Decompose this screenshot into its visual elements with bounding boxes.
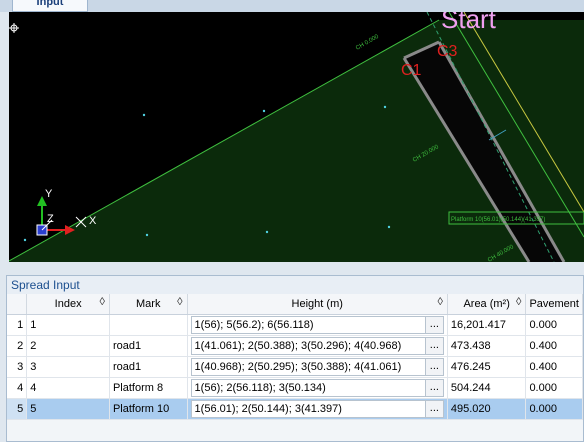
cell-height[interactable]: 1(56.01); 2(50.144); 3(41.397)... [187,398,448,420]
cell-pavement[interactable]: 0.400 [525,335,583,357]
point-marker [145,233,149,237]
spread-input-table: Index ◊ Mark ◊ Height (m) ◊ Area (m²) ◊ Pave… [7,294,583,420]
tab-input[interactable]: Input [12,0,88,12]
cell-mark[interactable]: road1 [109,335,188,357]
cell-index[interactable]: 5 [26,398,110,420]
sort-icon[interactable]: ◊ [100,296,105,308]
axis-y-label: Y [45,188,53,200]
column-header-index[interactable]: Index ◊ [26,294,110,315]
height-field[interactable]: 1(56); 2(56.118); 3(50.134) [190,378,426,397]
column-header-height[interactable]: Height (m) ◊ [187,294,448,315]
ellipsis-button[interactable]: ... [425,399,444,418]
row-number: 5 [7,398,28,420]
point-marker [383,105,387,109]
row-number: 2 [7,335,28,357]
cell-area[interactable]: 504.244 [447,377,527,399]
chainage-0-label: CH 0.000 [355,34,381,52]
axis-x-label: X [89,215,97,227]
start-label: Start [441,12,497,34]
table-row[interactable]: 1 1 1(56); 5(56.2); 6(56.118)... 16,201.… [7,314,583,336]
cell-height[interactable]: 1(56); 5(56.2); 6(56.118)... [187,314,448,336]
point-marker [23,238,27,242]
cell-height[interactable]: 1(40.968); 2(50.295); 3(50.388); 4(41.06… [187,356,448,378]
crosshair-icon [9,23,19,33]
cell-mark[interactable]: Platform 10 [109,398,188,420]
cell-pavement[interactable]: 0.000 [525,314,583,336]
platform-annotation: Platform 10(56.01)(50.144)(41.397) [451,217,545,223]
sort-icon[interactable]: ◊ [516,296,521,308]
table-row[interactable]: 2 2 road1 1(41.061); 2(50.388); 3(50.296… [7,335,583,357]
cell-pavement[interactable]: 0.000 [525,377,583,399]
cell-pavement[interactable]: 0.400 [525,356,583,378]
cell-mark[interactable]: road1 [109,356,188,378]
point-marker [262,109,266,113]
axis-z-label: Z [47,213,54,225]
height-field[interactable]: 1(56); 5(56.2); 6(56.118) [190,315,426,334]
row-number-header [7,294,28,315]
cell-height[interactable]: 1(56); 2(56.118); 3(50.134)... [187,377,448,399]
row-number: 4 [7,377,28,399]
spread-input-panel: Spread Input Index ◊ Mark ◊ Height (m) ◊ Ar… [6,275,584,442]
cad-viewport[interactable]: Y Z X Start C1 C3 CH 0.000 CH 20.000 CH … [9,12,584,262]
row-number: 3 [7,356,28,378]
cell-area[interactable]: 495.020 [447,398,527,420]
height-field[interactable]: 1(40.968); 2(50.295); 3(50.388); 4(41.06… [190,357,426,376]
ellipsis-button[interactable]: ... [425,357,444,376]
cell-area[interactable]: 16,201.417 [447,314,527,336]
cell-index[interactable]: 4 [26,377,110,399]
cell-area[interactable]: 473.438 [447,335,527,357]
table-row[interactable]: 4 4 Platform 8 1(56); 2(56.118); 3(50.13… [7,377,583,399]
point-marker [387,225,391,229]
spread-input-title: Spread Input [7,276,583,295]
cell-index[interactable]: 1 [26,314,110,336]
tab-bar: Input [0,0,584,12]
point-marker [265,230,269,234]
height-field[interactable]: 1(41.061); 2(50.388); 3(50.296); 4(40.96… [190,336,426,355]
cad-drawing: Y Z X Start C1 C3 CH 0.000 CH 20.000 CH … [9,12,584,262]
c3-label: C3 [437,43,458,60]
cell-mark[interactable]: Platform 8 [109,377,188,399]
table-row[interactable]: 3 3 road1 1(40.968); 2(50.295); 3(50.388… [7,356,583,378]
table-row-selected[interactable]: 5 5 Platform 10 1(56.01); 2(50.144); 3(4… [7,398,583,420]
sort-icon[interactable]: ◊ [437,296,442,308]
ellipsis-button[interactable]: ... [425,336,444,355]
height-field[interactable]: 1(56.01); 2(50.144); 3(41.397) [190,399,426,418]
column-header-area[interactable]: Area (m²) ◊ [447,294,527,315]
sort-icon[interactable]: ◊ [177,296,182,308]
column-header-mark[interactable]: Mark ◊ [109,294,188,315]
cell-height[interactable]: 1(41.061); 2(50.388); 3(50.296); 4(40.96… [187,335,448,357]
cell-pavement[interactable]: 0.000 [525,398,583,420]
row-number: 1 [7,314,28,336]
cell-index[interactable]: 3 [26,356,110,378]
column-header-pavement[interactable]: Pavement [525,294,583,315]
point-marker [142,113,146,117]
cell-mark[interactable] [109,314,188,336]
cell-area[interactable]: 476.245 [447,356,527,378]
c1-label: C1 [401,62,422,79]
table-header-row: Index ◊ Mark ◊ Height (m) ◊ Area (m²) ◊ Pave… [7,294,583,315]
ellipsis-button[interactable]: ... [425,315,444,334]
ellipsis-button[interactable]: ... [425,378,444,397]
cell-index[interactable]: 2 [26,335,110,357]
